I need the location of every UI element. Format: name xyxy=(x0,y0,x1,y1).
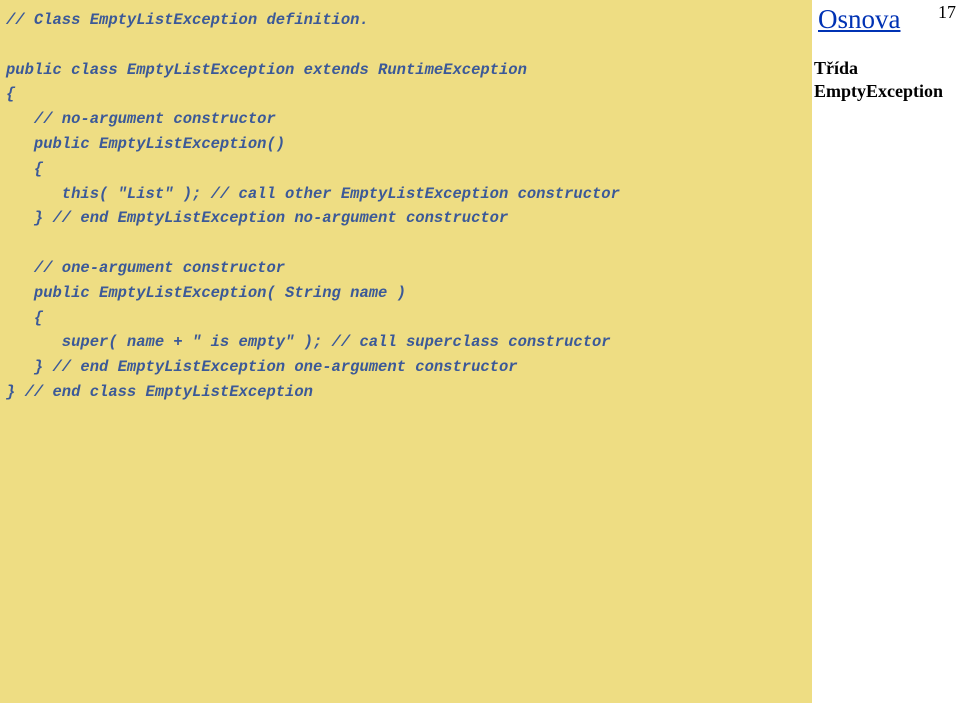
code-line: } // end EmptyListException one-argument… xyxy=(6,358,518,376)
code-line: this( "List" ); // call other EmptyListE… xyxy=(6,185,620,203)
code-line: } // end class EmptyListException xyxy=(6,383,313,401)
sidebar-label-line2: EmptyException xyxy=(814,80,938,103)
sidebar-heading: Osnova xyxy=(818,4,938,35)
code-line: super( name + " is empty" ); // call sup… xyxy=(6,333,611,351)
page-number: 17 xyxy=(938,2,956,23)
code-line: { xyxy=(6,309,43,327)
code-line: public EmptyListException() xyxy=(6,135,285,153)
sidebar: Osnova Třída EmptyException xyxy=(818,4,938,102)
code-line: public EmptyListException( String name ) xyxy=(6,284,406,302)
code-line: } // end EmptyListException no-argument … xyxy=(6,209,508,227)
code-line: { xyxy=(6,160,43,178)
code-line: // Class EmptyListException definition. xyxy=(6,11,369,29)
code-line: // one-argument constructor xyxy=(6,259,285,277)
code-line: { xyxy=(6,85,15,103)
code-line: public class EmptyListException extends … xyxy=(6,61,536,79)
code-block: // Class EmptyListException definition. … xyxy=(0,0,812,703)
sidebar-label-line1: Třída xyxy=(814,57,938,80)
code-line: // no-argument constructor xyxy=(6,110,276,128)
sidebar-label: Třída EmptyException xyxy=(814,57,938,102)
